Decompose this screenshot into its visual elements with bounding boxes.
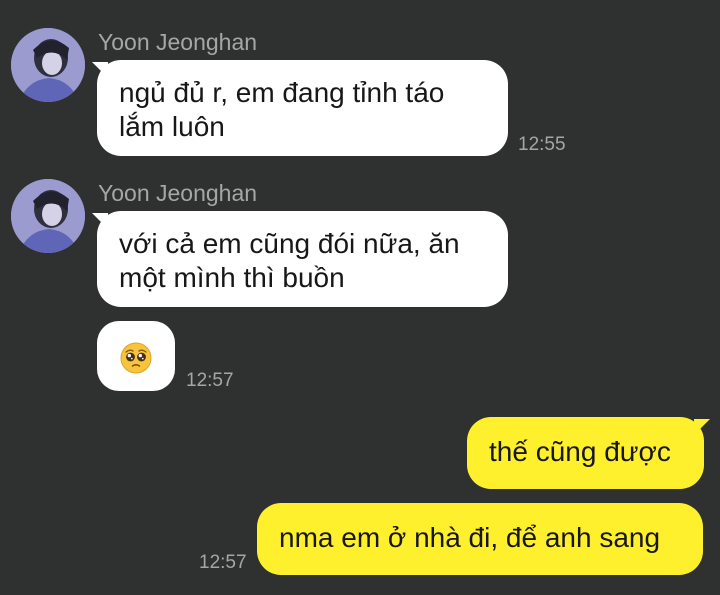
profile-photo [11, 179, 85, 253]
emoji-message-bubble[interactable] [97, 321, 175, 391]
message-bubble[interactable]: ngủ đủ r, em đang tỉnh táo lắm luôn [97, 60, 508, 156]
message-time: 12:57 [199, 552, 247, 573]
avatar[interactable] [11, 28, 85, 102]
profile-photo [11, 28, 85, 102]
message-time: 12:55 [518, 134, 566, 155]
message-time: 12:57 [186, 370, 234, 391]
bubble-tail [694, 419, 710, 435]
pleading-face-emoji-icon [120, 342, 152, 374]
message-text: nma em ở nhà đi, để anh sang [279, 522, 661, 553]
message-text-line: một mình thì buồn [119, 262, 345, 293]
sender-name: Yoon Jeonghan [98, 180, 258, 206]
message-text: thế cũng được [489, 436, 671, 467]
message-text-line: lắm luôn [119, 111, 225, 142]
message-bubble[interactable]: với cả em cũng đói nữa, ăn một mình thì … [97, 211, 508, 307]
message-bubble[interactable]: nma em ở nhà đi, để anh sang [257, 503, 703, 575]
message-bubble[interactable]: thế cũng được [467, 417, 704, 489]
sender-name: Yoon Jeonghan [98, 29, 258, 55]
message-text-line: với cả em cũng đói nữa, ăn [119, 228, 460, 259]
message-text-line: ngủ đủ r, em đang tỉnh táo [119, 77, 445, 108]
avatar[interactable] [11, 179, 85, 253]
